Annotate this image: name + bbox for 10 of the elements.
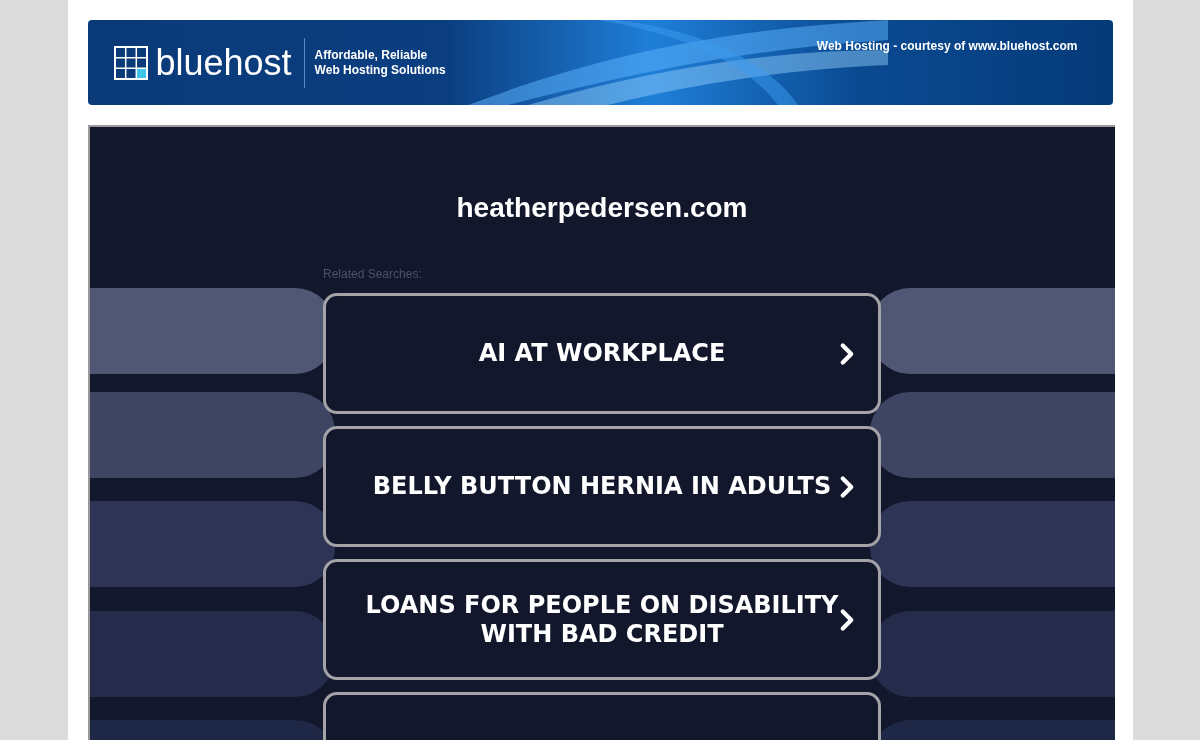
related-searches-label: Related Searches: bbox=[323, 266, 423, 283]
tagline-text: Affordable, Reliable bbox=[314, 47, 429, 63]
search-link[interactable]: BELLY BUTTON HERNIA IN ADULTS bbox=[323, 426, 881, 547]
logo-grid-icon bbox=[113, 45, 148, 80]
search-link[interactable]: AI AT WORKPLACE bbox=[323, 293, 881, 414]
tagline-text: Web Hosting Solutions bbox=[314, 62, 446, 78]
site-title: heatherpedersen.com bbox=[455, 191, 749, 225]
logo-text: bluehost bbox=[155, 44, 292, 81]
search-link[interactable]: LOANS FOR PEOPLE ON DISABILITY WITH BAD CREDIT bbox=[323, 559, 881, 680]
courtesy-link[interactable]: Web Hosting - courtesy of www.bluehost.com bbox=[816, 37, 1078, 55]
